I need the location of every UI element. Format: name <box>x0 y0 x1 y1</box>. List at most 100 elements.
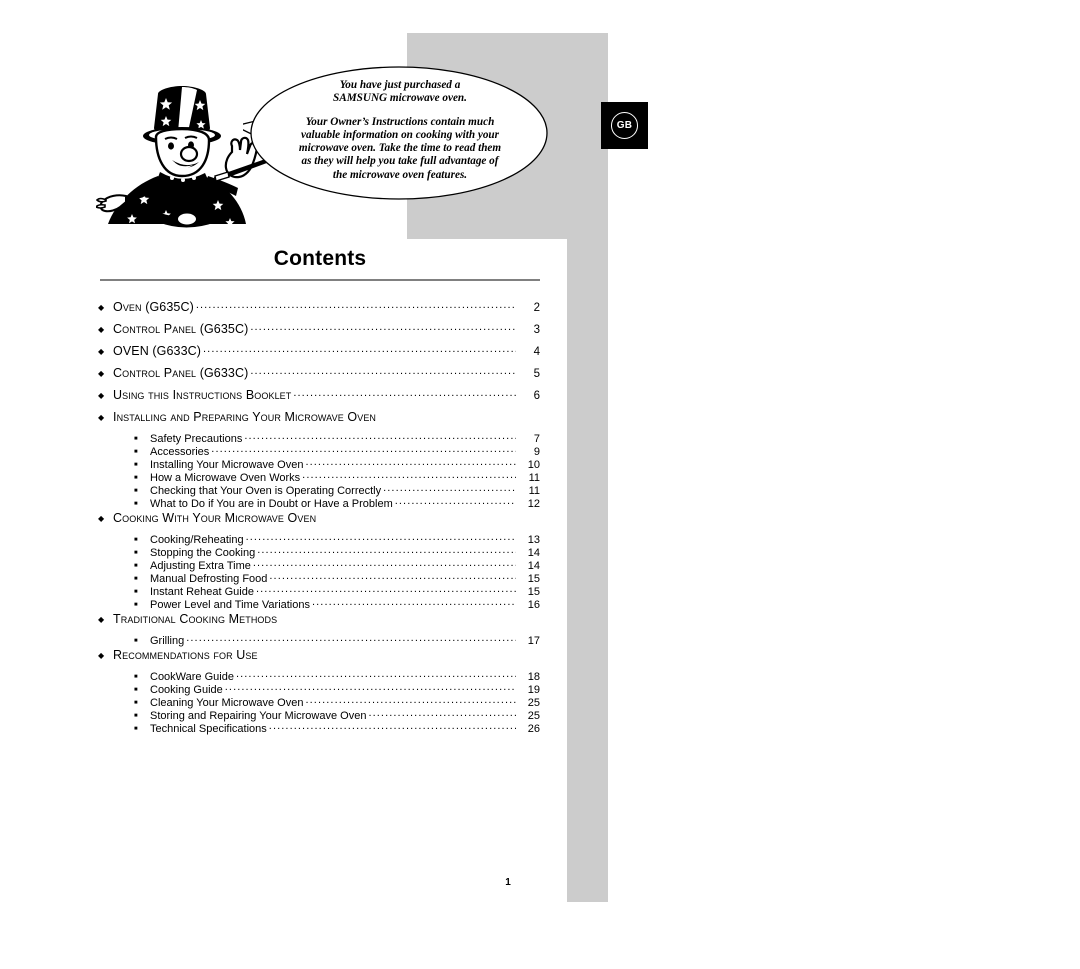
diamond-bullet-icon: ◆ <box>98 369 105 378</box>
toc-page-number: 25 <box>527 710 540 722</box>
toc-entry-label: Oven (G635C) <box>113 300 194 314</box>
toc-entry-label: Cooking Guide <box>150 684 223 696</box>
toc-page-number: 15 <box>527 573 540 585</box>
title-divider <box>100 279 540 281</box>
toc-subitem-row[interactable]: ■ Technical Specifications 26 <box>98 723 540 736</box>
toc-entry-label: Stopping the Cooking <box>150 547 256 559</box>
toc-entry-label: Control Panel (G635C) <box>113 322 249 336</box>
square-bullet-icon: ■ <box>134 713 138 719</box>
toc-subitem-row[interactable]: ■ Power Level and Time Variations 16 <box>98 599 540 612</box>
toc-subitem-row[interactable]: ■ Grilling 17 <box>98 635 540 648</box>
language-badge-circle: GB <box>611 112 638 139</box>
page-number-marker: 1 <box>482 858 534 903</box>
toc-dot-leader <box>269 570 516 582</box>
toc-entry-label: Installing and Preparing Your Microwave … <box>113 410 377 424</box>
page-title: Contents <box>273 247 367 270</box>
decorative-gray-panel-bottom <box>567 239 608 902</box>
diamond-bullet-icon: ◆ <box>98 325 105 334</box>
toc-entry-label: Cooking/Reheating <box>150 534 244 546</box>
toc-entry-label: Control Panel (G633C) <box>113 366 249 380</box>
toc-dot-leader <box>302 469 516 481</box>
toc-entry-label: Cleaning Your Microwave Oven <box>150 697 304 709</box>
toc-dot-leader <box>186 632 516 644</box>
square-bullet-icon: ■ <box>134 638 138 644</box>
toc-page-number: 4 <box>533 346 540 358</box>
square-bullet-icon: ■ <box>134 501 138 507</box>
toc-section-row[interactable]: ◆ Control Panel (G633C) 5 <box>98 366 540 388</box>
toc-dot-leader <box>236 668 516 680</box>
square-bullet-icon: ■ <box>134 449 138 455</box>
toc-dot-leader <box>203 343 516 355</box>
toc-dot-leader <box>246 531 516 543</box>
toc-page-number: 17 <box>527 635 540 647</box>
bubble-line-3: Your Owner’s Instructions contain much <box>305 115 495 128</box>
toc-entry-label: Instant Reheat Guide <box>150 586 254 598</box>
toc-dot-leader <box>196 299 516 311</box>
toc-dot-leader <box>368 707 516 719</box>
toc-dot-leader <box>395 495 516 507</box>
toc-entry-label: Checking that Your Oven is Operating Cor… <box>150 485 382 497</box>
toc-section-row[interactable]: ◆ Control Panel (G635C) 3 <box>98 322 540 344</box>
square-bullet-icon: ■ <box>134 687 138 693</box>
toc-page-number: 18 <box>527 671 540 683</box>
toc-dot-leader <box>305 694 516 706</box>
toc-dot-leader <box>257 544 516 556</box>
square-bullet-icon: ■ <box>134 589 138 595</box>
toc-entry-label: What to Do if You are in Doubt or Have a… <box>150 498 393 510</box>
toc-page-number: 26 <box>527 723 540 735</box>
toc-entry-label: Cooking With Your Microwave Oven <box>113 511 317 525</box>
toc-subitem-row[interactable]: ■ What to Do if You are in Doubt or Have … <box>98 498 540 511</box>
square-bullet-icon: ■ <box>134 602 138 608</box>
toc-page-number: 14 <box>527 560 540 572</box>
diamond-bullet-icon: ◆ <box>98 651 105 660</box>
bubble-line-1: You have just purchased a <box>339 79 461 91</box>
speech-bubble-text: You have just purchased a SAMSUNG microw… <box>295 79 505 182</box>
square-bullet-icon: ■ <box>134 674 138 680</box>
toc-page-number: 16 <box>527 599 540 611</box>
toc-page-number: 10 <box>527 459 540 471</box>
toc-entry-label: Manual Defrosting Food <box>150 573 268 585</box>
toc-section-row[interactable]: ◆ OVEN (G633C) 4 <box>98 344 540 366</box>
diamond-bullet-icon: ◆ <box>98 303 105 312</box>
toc-entry-label: OVEN (G633C) <box>113 344 202 358</box>
diamond-bullet-icon: ◆ <box>98 615 105 624</box>
toc-page-number: 6 <box>533 390 540 402</box>
toc-page-number: 2 <box>533 302 540 314</box>
diamond-bullet-icon: ◆ <box>98 391 105 400</box>
language-badge-label: GB <box>616 119 633 131</box>
toc-dot-leader <box>269 720 516 732</box>
square-bullet-icon: ■ <box>134 563 138 569</box>
toc-dot-leader <box>211 443 516 455</box>
toc-section-row[interactable]: ◆ Oven (G635C) 2 <box>98 300 540 322</box>
toc-dot-leader <box>250 365 516 377</box>
toc-dot-leader <box>244 430 516 442</box>
toc-entry-label: How a Microwave Oven Works <box>150 472 301 484</box>
square-bullet-icon: ■ <box>134 488 138 494</box>
toc-entry-label: Technical Specifications <box>150 723 267 735</box>
toc-page-number: 25 <box>527 697 540 709</box>
diamond-bullet-icon: ◆ <box>98 514 105 523</box>
toc-page-number: 3 <box>533 324 540 336</box>
toc-page-number: 14 <box>527 547 540 559</box>
toc-dot-leader <box>256 583 516 595</box>
square-bullet-icon: ■ <box>134 726 138 732</box>
table-of-contents: ◆ Oven (G635C) 2 ◆ Control Panel (G635C) 3 ◆ OV… <box>98 300 540 736</box>
toc-page-number: 19 <box>527 684 540 696</box>
toc-page-number: 11 <box>528 472 540 484</box>
page-number-label: 1 <box>505 877 511 888</box>
language-badge: GB <box>601 102 648 149</box>
toc-section-row[interactable]: ◆ Using this Instructions Booklet 6 <box>98 388 540 410</box>
toc-dot-leader <box>253 557 516 569</box>
toc-page-number: 13 <box>527 534 540 546</box>
bubble-line-6: as they will help you take full advantag… <box>301 155 499 168</box>
toc-entry-label: Recommendations for Use <box>113 648 258 662</box>
toc-entry-label: CookWare Guide <box>150 671 234 683</box>
bubble-line-2: SAMSUNG microwave oven. <box>333 92 467 105</box>
square-bullet-icon: ■ <box>134 436 138 442</box>
toc-entry-label: Adjusting Extra Time <box>150 560 251 572</box>
toc-dot-leader <box>293 387 516 399</box>
toc-dot-leader <box>225 681 516 693</box>
diamond-bullet-icon: ◆ <box>98 347 105 356</box>
toc-dot-leader <box>250 321 516 333</box>
square-bullet-icon: ■ <box>134 462 138 468</box>
